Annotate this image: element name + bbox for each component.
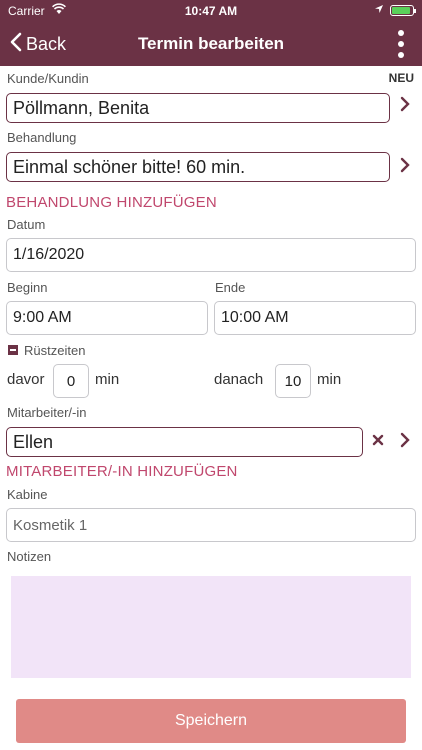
add-treatment-link[interactable]: BEHANDLUNG HINZUFÜGEN xyxy=(6,194,217,211)
after-label: danach xyxy=(214,371,264,388)
treatment-field[interactable]: Einmal schöner bitte! 60 min. xyxy=(6,152,390,182)
clear-employee-icon[interactable] xyxy=(372,431,384,451)
add-employee-link[interactable]: MITARBEITER/-IN HINZUFÜGEN xyxy=(6,463,238,480)
location-icon xyxy=(374,3,384,17)
after-minutes-field[interactable]: 10 xyxy=(275,364,311,398)
employee-label: Mitarbeiter/-in xyxy=(7,405,87,420)
status-bar: Carrier 10:47 AM xyxy=(0,0,422,22)
start-time-field[interactable]: 9:00 AM xyxy=(6,301,208,335)
status-time: 10:47 AM xyxy=(184,4,238,18)
notes-textarea[interactable] xyxy=(11,576,411,678)
start-label: Beginn xyxy=(7,280,48,295)
page-title: Termin bearbeiten xyxy=(137,34,285,53)
before-label: davor xyxy=(7,371,45,388)
treatment-chevron-right-icon[interactable] xyxy=(400,156,410,179)
date-field[interactable]: 1/16/2020 xyxy=(6,238,416,272)
employee-field[interactable]: Ellen xyxy=(6,427,363,457)
setup-times-label: Rüstzeiten xyxy=(24,343,86,358)
new-customer-button[interactable]: NEU xyxy=(389,71,414,85)
customer-field[interactable]: Pöllmann, Benita xyxy=(6,93,390,123)
customer-chevron-right-icon[interactable] xyxy=(400,95,410,118)
date-label: Datum xyxy=(7,217,46,232)
before-minutes-field[interactable]: 0 xyxy=(53,364,89,398)
employee-chevron-right-icon[interactable] xyxy=(400,431,410,454)
battery-icon xyxy=(390,4,416,16)
end-time-field[interactable]: 10:00 AM xyxy=(214,301,416,335)
cabin-label: Kabine xyxy=(7,487,48,502)
notes-label: Notizen xyxy=(7,549,52,564)
customer-label: Kunde/Kundin xyxy=(7,71,89,86)
more-options-icon[interactable] xyxy=(394,30,408,58)
cabin-field[interactable]: Kosmetik 1 xyxy=(6,508,416,542)
collapse-setup-icon[interactable] xyxy=(8,345,18,355)
save-button[interactable]: Speichern xyxy=(16,699,406,743)
navigation-bar: Back Termin bearbeiten xyxy=(0,22,422,66)
end-label: Ende xyxy=(215,280,246,295)
after-unit-label: min xyxy=(317,371,342,388)
before-unit-label: min xyxy=(95,371,120,388)
treatment-label: Behandlung xyxy=(7,130,77,145)
